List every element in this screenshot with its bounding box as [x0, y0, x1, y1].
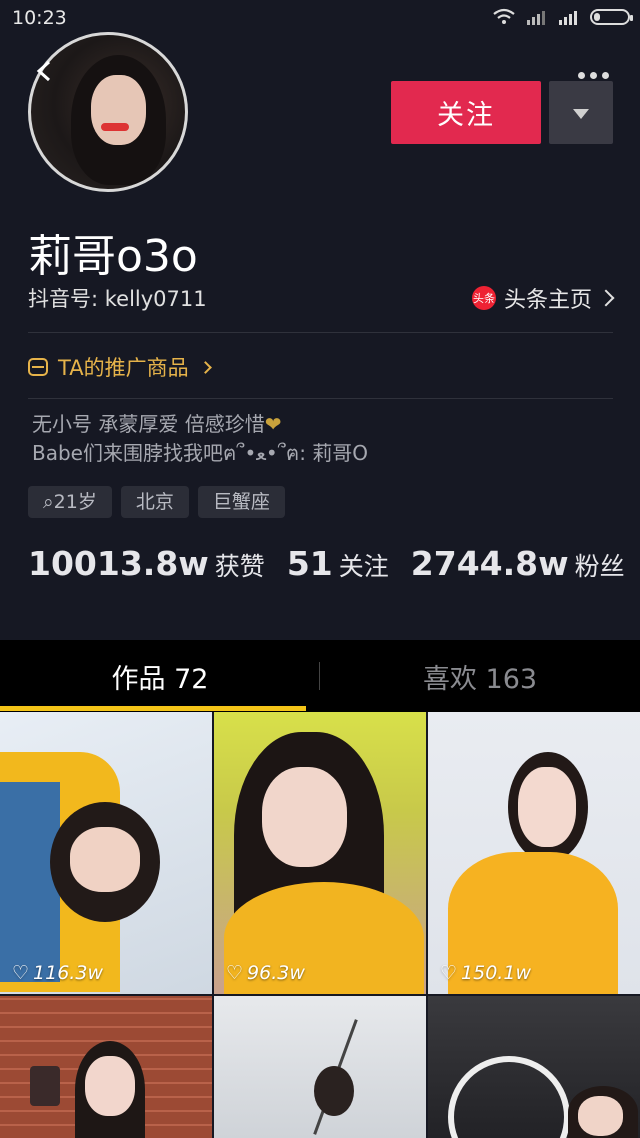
video-thumbnail[interactable]: ♡ 116.3w	[0, 712, 212, 994]
tag-zodiac: 巨蟹座	[197, 486, 285, 518]
video-thumbnail[interactable]: ♡ 150.1w	[428, 712, 640, 994]
signal-icon-2	[559, 11, 577, 25]
status-icons	[492, 8, 633, 26]
avatar[interactable]	[28, 32, 188, 192]
stat-likes: 10013.8w 获赞	[28, 544, 265, 583]
promo-products-link[interactable]: TA的推广商品	[28, 352, 212, 382]
bag-icon	[28, 358, 48, 376]
tab-separator	[319, 662, 320, 690]
divider	[28, 332, 613, 333]
signal-icon	[527, 11, 545, 25]
heart-icon: ❤	[264, 412, 282, 436]
douyin-id: 抖音号: kelly0711	[28, 287, 207, 311]
video-thumbnail[interactable]	[214, 996, 426, 1138]
bio-line-1: 无小号 承蒙厚爱 倍感珍惜	[32, 412, 265, 436]
chevron-right-icon	[198, 360, 212, 374]
username: 莉哥o3o	[28, 231, 198, 282]
stat-following[interactable]: 51 关注	[287, 544, 389, 583]
tags: ⌕21岁 北京 巨蟹座	[28, 486, 285, 518]
wifi-icon	[493, 8, 515, 24]
more-icon[interactable]	[578, 72, 609, 79]
tag-location: 北京	[120, 486, 189, 518]
status-time: 10:23	[12, 7, 67, 29]
back-icon[interactable]	[34, 60, 56, 82]
video-likes: ♡ 116.3w	[12, 962, 103, 984]
tab-underline	[0, 706, 306, 711]
divider	[28, 398, 613, 399]
video-likes: ♡ 96.3w	[226, 962, 305, 984]
heart-icon: ♡	[226, 962, 244, 984]
dropdown-icon	[573, 109, 589, 119]
heart-icon: ♡	[12, 962, 30, 984]
stats: 10013.8w 获赞 51 关注 2744.8w 粉丝	[28, 544, 625, 583]
toutiao-logo-icon: 头条	[471, 286, 496, 310]
tab-works[interactable]: 作品 72	[0, 640, 320, 712]
battery-icon	[590, 9, 633, 25]
follow-button[interactable]: 关注	[391, 81, 541, 144]
video-thumbnail[interactable]	[0, 996, 212, 1138]
bio: 无小号 承蒙厚爱 倍感珍惜❤ Babe们来围脖找我吧ฅ՞•ﻌ•՞ฅ: 莉哥O	[32, 410, 368, 468]
chevron-right-icon	[597, 289, 615, 307]
toutiao-homepage-link[interactable]: 头条 头条主页	[471, 282, 615, 314]
video-likes: ♡ 150.1w	[440, 962, 531, 984]
video-thumbnail[interactable]: ♡ 96.3w	[214, 712, 426, 994]
tab-liked[interactable]: 喜欢 163	[320, 640, 640, 712]
heart-icon: ♡	[440, 962, 458, 984]
video-thumbnail[interactable]	[428, 996, 640, 1138]
status-bar: 10:23	[0, 0, 640, 34]
dropdown-button[interactable]	[549, 81, 613, 144]
toutiao-label: 头条主页	[503, 288, 592, 313]
tag-age: ⌕21岁	[28, 486, 112, 518]
promo-label: TA的推广商品	[58, 356, 189, 380]
search-icon: ⌕	[43, 491, 54, 513]
stat-fans[interactable]: 2744.8w 粉丝	[411, 544, 625, 583]
tab-bar: 作品 72 喜欢 163	[0, 640, 640, 712]
bio-line-2: Babe们来围脖找我吧ฅ՞•ﻌ•՞ฅ: 莉哥O	[32, 441, 369, 465]
video-grid: ♡ 116.3w ♡ 96.3w ♡ 150.1w	[0, 712, 640, 1138]
